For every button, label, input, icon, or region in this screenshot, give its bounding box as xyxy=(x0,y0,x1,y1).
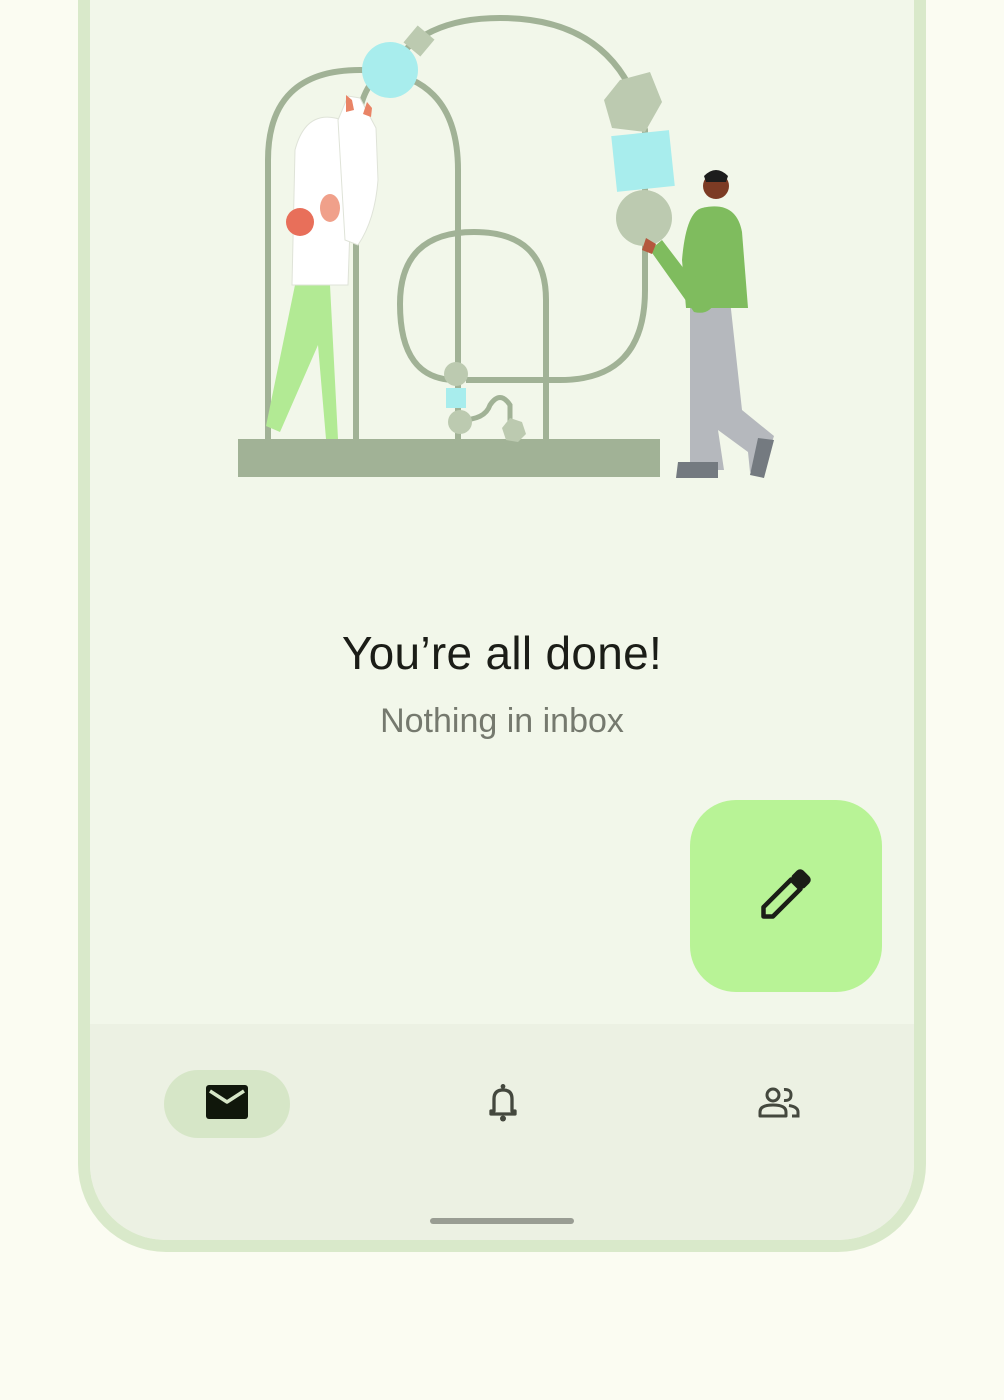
home-indicator[interactable] xyxy=(430,1218,574,1224)
bottom-navigation-bar xyxy=(90,1024,914,1240)
bell-icon xyxy=(485,1081,521,1128)
compose-button[interactable] xyxy=(690,800,882,992)
mail-icon xyxy=(206,1084,248,1124)
nav-item-notifications[interactable] xyxy=(440,1070,566,1138)
phone-screen: You’re all done! Nothing in inbox xyxy=(78,0,926,1252)
empty-state-subtitle: Nothing in inbox xyxy=(380,702,624,740)
empty-state-title: You’re all done! xyxy=(341,627,663,679)
nav-item-contacts[interactable] xyxy=(716,1070,842,1138)
pencil-icon xyxy=(756,864,816,929)
nav-item-inbox[interactable] xyxy=(164,1070,290,1138)
people-icon xyxy=(758,1086,800,1123)
empty-inbox-illustration xyxy=(90,0,914,560)
